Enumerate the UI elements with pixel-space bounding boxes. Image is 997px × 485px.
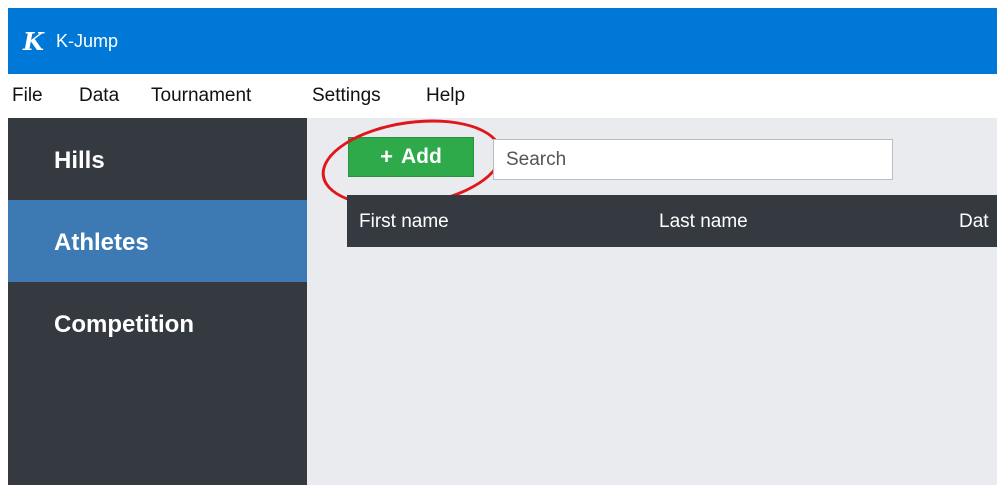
app-window: K K-Jump File Data Tournament Settings H… (8, 8, 997, 485)
k-jump-logo-icon: K (23, 27, 44, 56)
sidebar: Hills Athletes Competition (8, 118, 307, 485)
add-button[interactable]: + Add (348, 137, 474, 177)
title-bar: K K-Jump (8, 8, 997, 74)
sidebar-item-hills[interactable]: Hills (8, 118, 307, 200)
sidebar-item-label: Hills (54, 147, 105, 174)
search-input[interactable] (493, 139, 893, 180)
menu-file[interactable]: File (12, 85, 43, 107)
plus-icon: + (380, 144, 394, 169)
column-last-name[interactable]: Last name (659, 211, 748, 233)
menu-bar: File Data Tournament Settings Help (8, 74, 997, 118)
sidebar-item-label: Competition (54, 311, 194, 338)
athletes-table-header: First name Last name Dat (347, 195, 997, 247)
add-button-label: Add (401, 145, 442, 168)
menu-help[interactable]: Help (426, 85, 465, 107)
main-content: + Add First name Last name Dat (307, 108, 997, 485)
menu-tournament[interactable]: Tournament (151, 85, 251, 107)
column-first-name[interactable]: First name (359, 211, 449, 233)
menu-data[interactable]: Data (79, 85, 119, 107)
menu-settings[interactable]: Settings (312, 85, 381, 107)
column-date[interactable]: Dat (959, 211, 989, 233)
sidebar-item-athletes[interactable]: Athletes (8, 200, 307, 282)
sidebar-item-label: Athletes (54, 229, 149, 256)
sidebar-item-competition[interactable]: Competition (8, 282, 307, 364)
window-title: K-Jump (56, 31, 119, 51)
